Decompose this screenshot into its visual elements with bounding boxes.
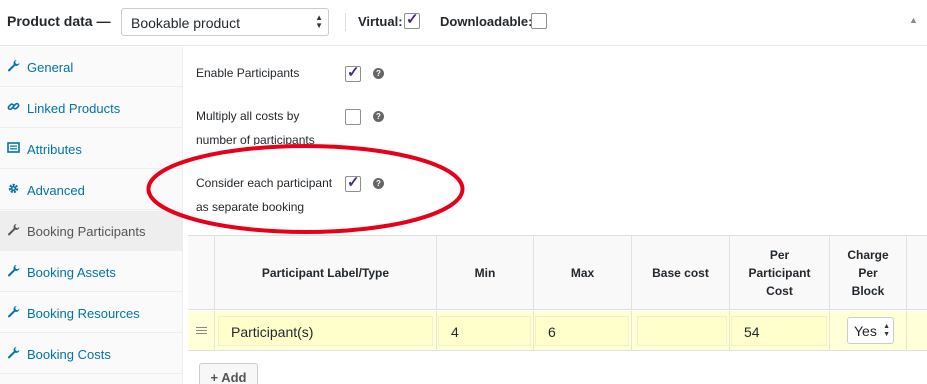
product-data-header: Product data — Bookable product ▲ ▼ Virtu… <box>0 0 927 46</box>
participant-label-input[interactable]: Participant(s) <box>218 316 433 346</box>
table-header-label: Participant Label/Type <box>215 236 437 310</box>
virtual-checkbox[interactable]: ✓ <box>404 11 420 29</box>
tab-booking-costs[interactable]: Booking Costs <box>0 334 183 374</box>
checkmark-icon: ✓ <box>347 64 360 81</box>
base-cost-input[interactable] <box>637 316 727 346</box>
select-arrows-icon: ▲ ▼ <box>883 323 890 338</box>
charge-per-block-select[interactable]: Yes ▲ ▼ <box>847 317 894 344</box>
header-text: Per Participant Cost <box>748 247 811 298</box>
annotation-ellipse <box>146 144 465 234</box>
min-input[interactable]: 4 <box>438 316 531 346</box>
tab-general[interactable]: General <box>0 47 183 87</box>
row-handle-cell[interactable] <box>188 311 215 351</box>
per-participant-cost-cell: 54 <box>730 311 830 351</box>
add-participant-button[interactable]: + Add <box>199 363 258 384</box>
help-icon[interactable]: ? <box>373 111 384 122</box>
header-text: Max <box>570 265 595 280</box>
max-cell: 6 <box>534 311 632 351</box>
wrench-icon <box>6 346 20 360</box>
help-icon[interactable]: ? <box>373 68 384 79</box>
tab-label: Linked Products <box>27 101 121 116</box>
multiply-costs-label-line1: Multiply all costs by <box>196 109 300 123</box>
tab-label: Booking Resources <box>27 306 140 321</box>
tab-label: Advanced <box>27 183 85 198</box>
table-row: Participant(s) 4 6 54 <box>188 311 927 351</box>
select-arrows-icon: ▲ ▼ <box>315 13 323 30</box>
header-text: Participant Label/Type <box>261 265 390 280</box>
tab-label: Booking Costs <box>27 347 111 362</box>
tab-label: Booking Participants <box>27 224 146 239</box>
table-header-charge-per-block: Charge Per Block <box>830 236 907 310</box>
product-data-title: Product data — <box>7 13 111 29</box>
tab-label: Booking Assets <box>27 265 116 280</box>
max-input[interactable]: 6 <box>535 316 629 346</box>
multiply-costs-checkbox[interactable] <box>345 109 361 125</box>
checkmark-icon: ✓ <box>406 11 419 28</box>
link-icon <box>6 100 20 114</box>
extra-cell <box>907 311 927 351</box>
charge-per-block-value: Yes <box>854 323 877 339</box>
wrench-icon <box>6 59 20 73</box>
base-cost-cell <box>632 311 730 351</box>
tab-booking-assets[interactable]: Booking Assets <box>0 252 183 292</box>
tab-label: Attributes <box>27 142 82 157</box>
table-header-per-participant-cost: Per Participant Cost <box>730 236 830 310</box>
wrench-icon <box>6 305 20 319</box>
list-icon <box>6 141 20 155</box>
table-header-extra <box>907 236 927 310</box>
table-header-handle <box>188 236 215 310</box>
table-header-base-cost: Base cost <box>632 236 730 310</box>
tab-linked-products[interactable]: Linked Products <box>0 88 183 128</box>
drag-handle-icon[interactable] <box>196 327 207 335</box>
virtual-label: Virtual: <box>358 14 403 29</box>
participants-table: Participant Label/Type Min Max Base cost… <box>188 235 927 352</box>
per-participant-cost-input[interactable]: 54 <box>731 316 827 346</box>
header-divider <box>345 13 346 31</box>
downloadable-label: Downloadable: <box>440 14 533 29</box>
tab-label: General <box>27 60 74 75</box>
downloadable-checkbox[interactable] <box>531 13 547 29</box>
wrench-icon <box>6 223 20 237</box>
tab-booking-resources[interactable]: Booking Resources <box>0 293 183 333</box>
label-cell: Participant(s) <box>215 311 437 351</box>
collapse-arrow-icon[interactable]: ▲ <box>909 15 918 25</box>
gear-icon <box>6 182 20 196</box>
enable-participants-checkbox[interactable]: ✓ <box>345 64 361 82</box>
product-type-select[interactable]: Bookable product ▲ ▼ <box>121 8 329 36</box>
min-cell: 4 <box>437 311 534 351</box>
header-text: Charge Per Block <box>847 247 889 298</box>
table-header-max: Max <box>534 236 632 310</box>
header-text: Min <box>474 265 496 280</box>
header-text: Base cost <box>652 265 709 280</box>
enable-participants-label: Enable Participants <box>196 66 300 80</box>
product-type-value: Bookable product <box>131 15 240 31</box>
table-header-min: Min <box>437 236 534 310</box>
wrench-icon <box>6 264 20 278</box>
